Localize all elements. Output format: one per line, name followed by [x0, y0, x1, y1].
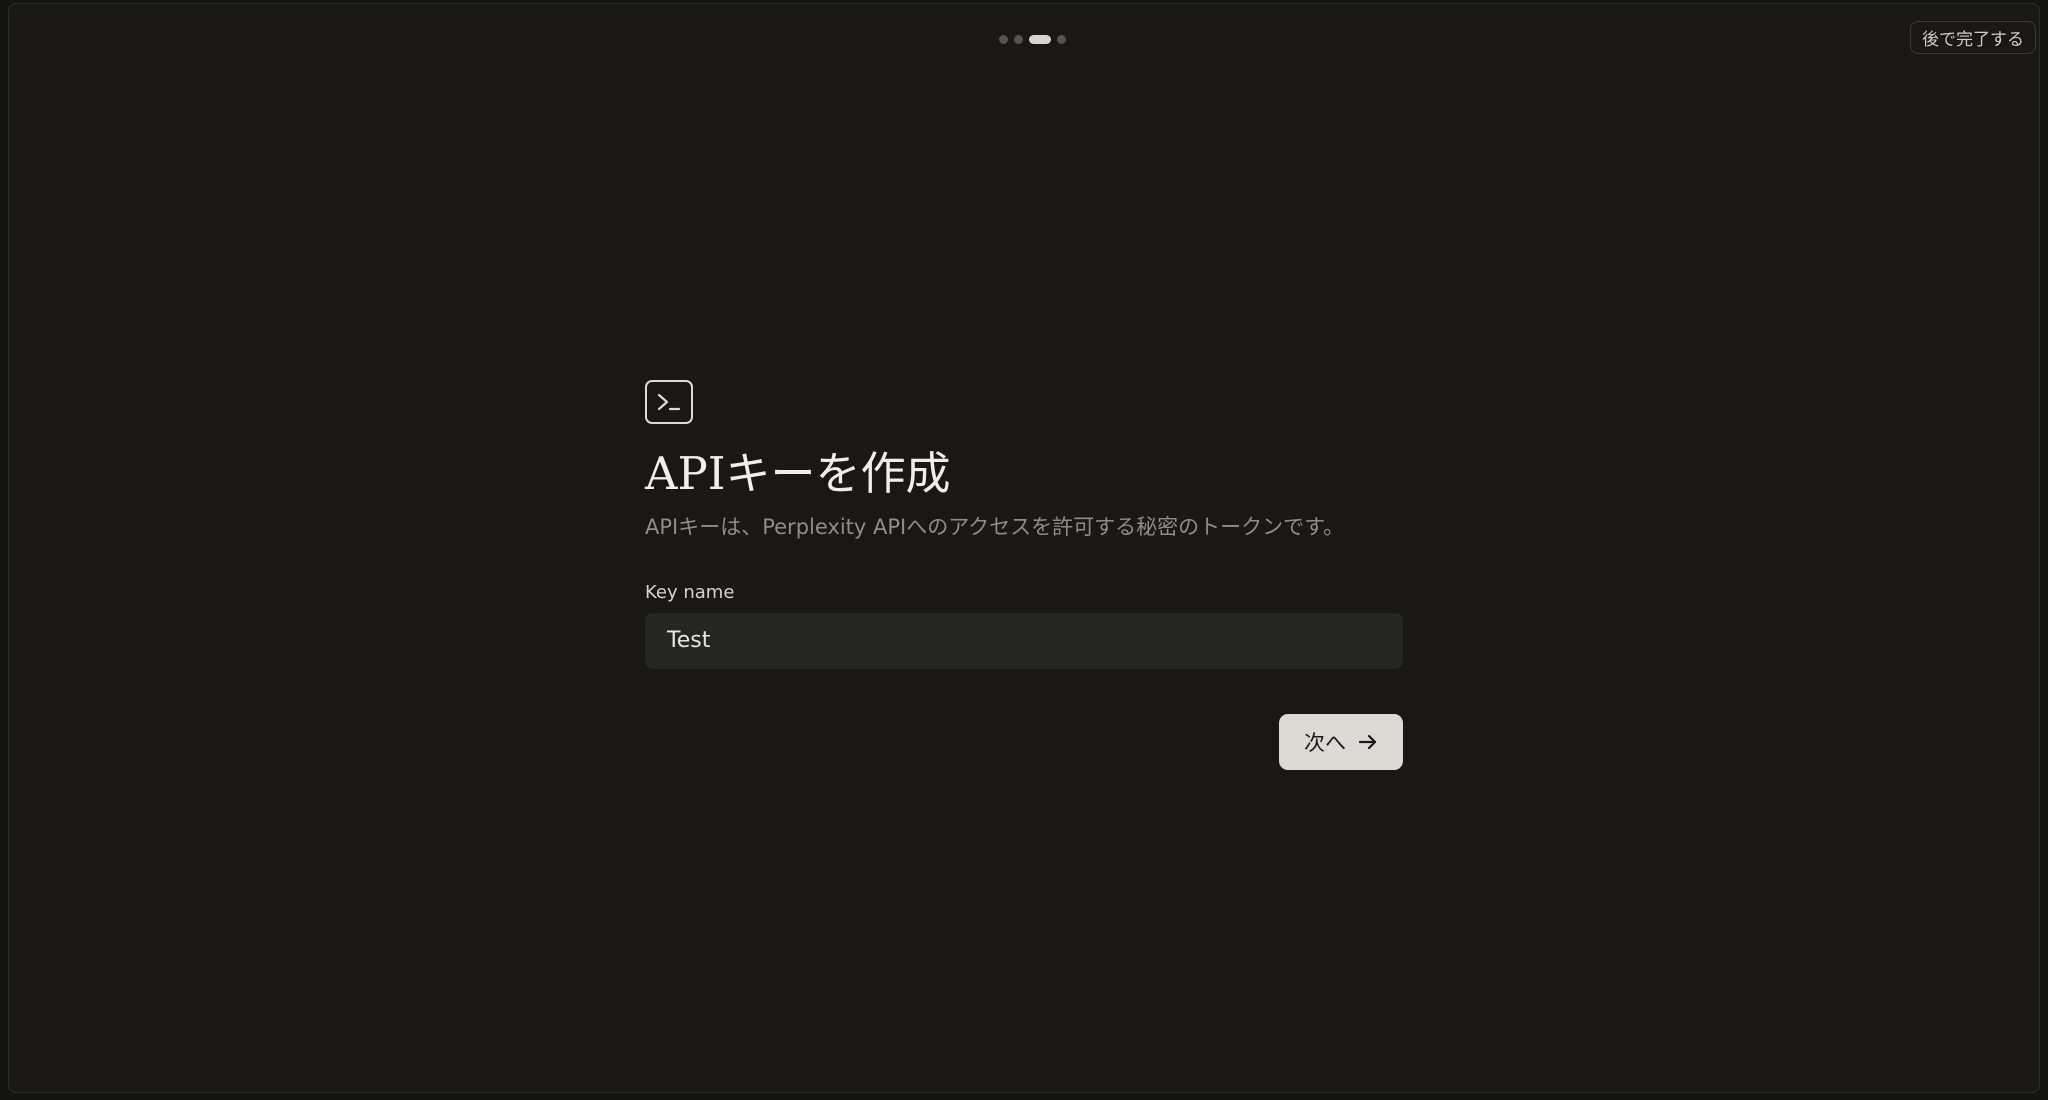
arrow-right-icon — [1358, 733, 1378, 751]
step-dot-1 — [999, 35, 1008, 44]
form-actions: 次へ — [645, 713, 1403, 770]
skip-button[interactable]: 後で完了する — [1910, 21, 2036, 54]
next-button-label: 次へ — [1304, 730, 1346, 755]
step-dot-2 — [1014, 35, 1023, 44]
key-name-label: Key name — [645, 581, 735, 603]
page-title: APIキーを作成 — [645, 447, 951, 500]
page-subtitle: APIキーは、Perplexity APIへのアクセスを許可する秘密のトークンで… — [645, 514, 1345, 539]
next-button[interactable]: 次へ — [1279, 713, 1403, 770]
step-dot-4 — [1057, 35, 1066, 44]
key-name-input[interactable] — [645, 612, 1403, 669]
terminal-icon — [645, 380, 693, 424]
step-indicator — [999, 35, 1066, 44]
create-api-key-form: APIキーを作成 APIキーは、Perplexity APIへのアクセスを許可す… — [645, 380, 1403, 770]
step-dot-3-active — [1029, 35, 1051, 44]
